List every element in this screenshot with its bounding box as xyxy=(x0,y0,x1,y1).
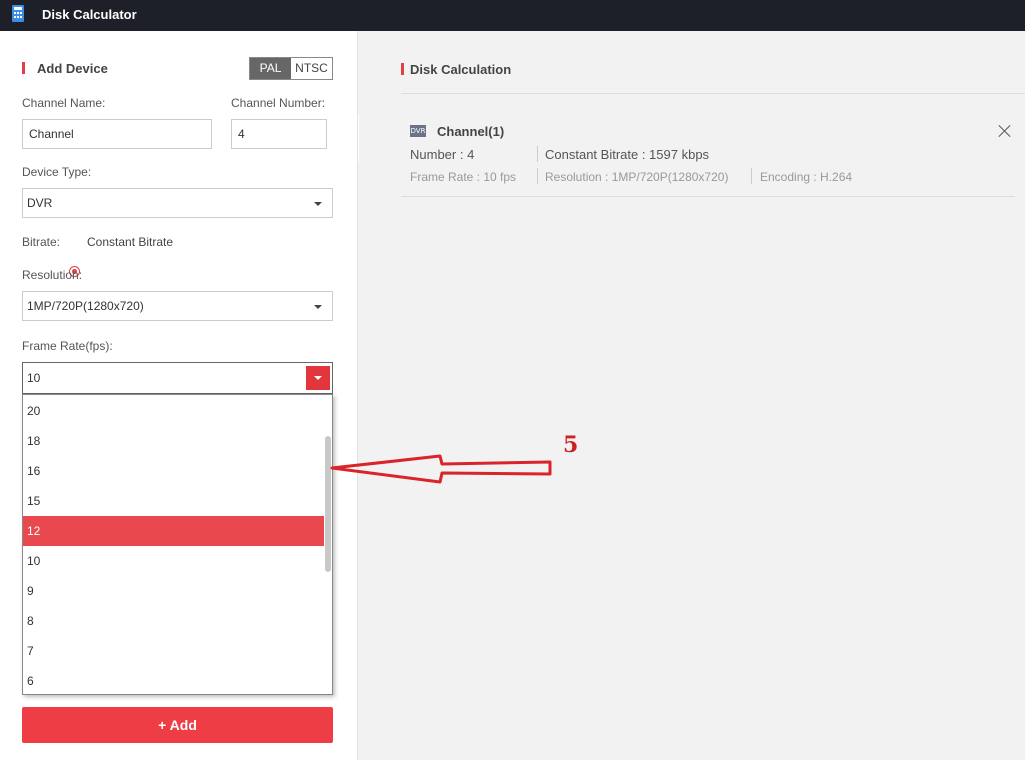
divider xyxy=(401,196,1015,197)
frame-rate-info: Frame Rate : 10 fps xyxy=(410,170,517,184)
ntsc-option[interactable]: NTSC xyxy=(291,58,332,79)
frame-rate-option[interactable]: 9 xyxy=(23,576,324,606)
add-device-panel: Add Device PAL NTSC Channel Name: Channe… xyxy=(0,31,358,760)
channel-card-title: Channel(1) xyxy=(437,124,505,139)
frame-rate-label: Frame Rate(fps): xyxy=(22,339,113,353)
dvr-icon: DVR xyxy=(410,125,426,137)
accent-bar xyxy=(401,63,404,75)
frame-rate-option[interactable]: 7 xyxy=(23,636,324,666)
channel-name-input[interactable]: Channel xyxy=(22,119,212,149)
frame-rate-option[interactable]: 15 xyxy=(23,486,324,516)
divider xyxy=(401,93,1025,94)
resolution-info: Resolution : 1MP/720P(1280x720) xyxy=(545,170,729,184)
separator xyxy=(751,168,752,184)
app-title: Disk Calculator xyxy=(42,7,137,22)
encoding-info: Encoding : H.264 xyxy=(760,170,853,184)
device-type-select[interactable]: DVR xyxy=(22,188,333,218)
calculator-icon xyxy=(12,5,24,22)
frame-rate-option[interactable]: 6 xyxy=(23,666,324,694)
dropdown-toggle-button[interactable] xyxy=(306,366,330,390)
add-button[interactable]: + Add xyxy=(22,707,333,743)
chevron-down-icon xyxy=(314,305,322,309)
disk-calculation-heading: Disk Calculation xyxy=(401,62,511,77)
frame-rate-dropdown: 20 18 16 15 12 10 9 8 7 6 xyxy=(22,394,333,695)
bitrate-info: Constant Bitrate : 1597 kbps xyxy=(545,147,710,162)
frame-rate-value: 10 xyxy=(27,371,41,385)
disk-calculation-title: Disk Calculation xyxy=(410,62,512,77)
add-device-title: Add Device xyxy=(37,61,108,76)
separator xyxy=(537,168,538,184)
frame-rate-option[interactable]: 18 xyxy=(23,426,324,456)
channel-name-label: Channel Name: xyxy=(22,96,106,110)
frame-rate-option[interactable]: 8 xyxy=(23,606,324,636)
disk-calculation-panel: Disk Calculation DVR Channel(1) Number :… xyxy=(359,31,1025,760)
device-type-value: DVR xyxy=(27,196,53,210)
resolution-value: 1MP/720P(1280x720) xyxy=(27,299,144,313)
annotation-arrow-icon xyxy=(330,454,552,484)
bitrate-label: Bitrate: xyxy=(22,235,61,249)
frame-rate-option[interactable]: 10 xyxy=(23,546,324,576)
frame-rate-select[interactable]: 10 xyxy=(22,362,333,394)
resolution-select[interactable]: 1MP/720P(1280x720) xyxy=(22,291,333,321)
annotation-number: 5 xyxy=(563,432,579,458)
chevron-down-icon xyxy=(314,202,322,206)
add-device-heading: Add Device xyxy=(22,61,108,76)
constant-bitrate-label: Constant Bitrate xyxy=(87,235,174,249)
separator xyxy=(537,146,538,162)
resolution-label: Resolution: xyxy=(22,268,83,282)
frame-rate-option[interactable]: 20 xyxy=(23,396,324,426)
accent-bar xyxy=(22,62,25,74)
video-standard-toggle[interactable]: PAL NTSC xyxy=(249,57,333,80)
channel-number-label: Channel Number: xyxy=(231,96,326,110)
close-icon[interactable] xyxy=(998,124,1011,137)
channel-number-input[interactable]: 4 xyxy=(231,119,327,149)
title-bar: Disk Calculator xyxy=(0,0,1025,31)
device-type-label: Device Type: xyxy=(22,165,92,179)
frame-rate-option[interactable]: 16 xyxy=(23,456,324,486)
channel-number-info: Number : 4 xyxy=(410,147,475,162)
pal-option[interactable]: PAL xyxy=(250,58,291,79)
frame-rate-option-highlighted[interactable]: 12 xyxy=(23,516,324,546)
